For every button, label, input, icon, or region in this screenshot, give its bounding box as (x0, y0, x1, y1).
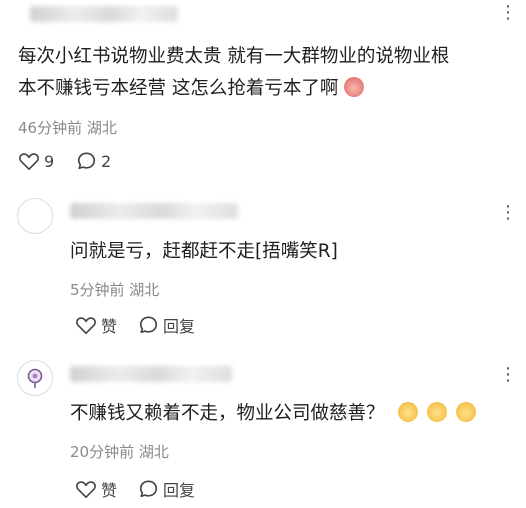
more-dots-icon[interactable]: ⋮ (499, 366, 518, 384)
like-label: 赞 (101, 481, 118, 500)
reply-count-button[interactable]: 2 (76, 151, 111, 171)
comment-meta: 46分钟前 湖北 (18, 119, 117, 137)
reply-meta: 5分钟前 湖北 (70, 281, 160, 299)
reply-meta: 20分钟前 湖北 (70, 443, 169, 461)
like-button[interactable]: 9 (18, 151, 54, 171)
reply-label: 回复 (163, 317, 196, 336)
heart-icon (76, 317, 96, 334)
more-dots-icon[interactable]: ⋮ (499, 4, 518, 22)
like-button[interactable]: 赞 (75, 313, 117, 337)
like-count: 9 (44, 151, 55, 171)
reply-text: 不赚钱又赖着不走，物业公司做慈善？ (70, 398, 477, 430)
reply-count: 2 (101, 151, 112, 171)
like-label: 赞 (101, 317, 118, 336)
avatar-graphic (27, 368, 43, 388)
reply-text: 问就是亏，赶都赶不走[捂嘴笑R] (70, 241, 338, 262)
avatar[interactable] (17, 360, 53, 396)
more-dots-icon[interactable]: ⋮ (499, 204, 518, 222)
comment-bubble-icon (77, 152, 96, 170)
username-blurred[interactable] (70, 366, 232, 382)
peach-emoji-icon (344, 77, 365, 97)
heart-icon (19, 153, 39, 170)
comment-line-1: 每次小红书说物业费太贵 就有一大群物业的说物业根 (18, 46, 450, 67)
laughing-emoji-icon (456, 402, 477, 422)
laughing-emoji-icon (398, 402, 419, 422)
avatar[interactable] (17, 198, 53, 234)
laughing-emoji-icon (427, 402, 448, 422)
reply-button[interactable]: 回复 (138, 477, 195, 501)
comment-bubble-icon (139, 316, 158, 334)
comment-line-2: 本不赚钱亏本经营 这怎么抢着亏本了啊 (18, 78, 339, 99)
reply-label: 回复 (163, 481, 196, 500)
username-blurred[interactable] (70, 203, 238, 219)
username-blurred[interactable] (30, 6, 178, 22)
heart-icon (76, 481, 96, 498)
reply-button[interactable]: 回复 (138, 313, 195, 337)
comment-text: 每次小红书说物业费太贵 就有一大群物业的说物业根 本不赚钱亏本经营 这怎么抢着亏… (18, 41, 518, 105)
comment-bubble-icon (139, 480, 158, 498)
reply-text-body: 不赚钱又赖着不走，物业公司做慈善？ (70, 403, 385, 424)
like-button[interactable]: 赞 (75, 477, 117, 501)
